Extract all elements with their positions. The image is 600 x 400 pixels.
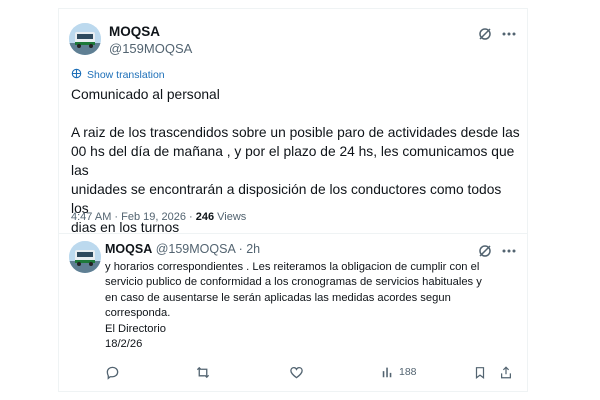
show-translation-link[interactable]: Show translation <box>71 68 165 82</box>
more-icon[interactable] <box>501 243 517 259</box>
views-label: Views <box>214 211 247 223</box>
tweet-card: MOQSA @159MOQSA Show translation Comunic… <box>58 8 528 392</box>
author-name[interactable]: MOQSA <box>109 24 160 39</box>
reply-icon <box>105 365 120 380</box>
like-button[interactable] <box>289 365 304 380</box>
views-icon <box>381 365 395 379</box>
author-handle[interactable]: @159MOQSA <box>109 41 192 56</box>
more-icon[interactable] <box>501 26 517 42</box>
show-translation-label: Show translation <box>87 69 165 81</box>
grok-icon[interactable] <box>477 26 493 42</box>
tweet-timestamp[interactable]: 4:47 AM · Feb 19, 2026 · <box>71 211 196 223</box>
like-icon <box>289 365 304 380</box>
grok-icon[interactable] <box>477 243 493 259</box>
globe-icon <box>71 68 82 82</box>
tweet-title-line: Comunicado al personal <box>71 87 220 102</box>
bookmark-button[interactable] <box>473 365 487 380</box>
reply-header: MOQSA @159MOQSA · 2h <box>105 242 260 256</box>
avatar[interactable] <box>69 23 101 55</box>
reply-author-handle[interactable]: @159MOQSA · 2h <box>152 242 260 256</box>
tweet-meta: 4:47 AM · Feb 19, 2026 · 246 Views <box>71 211 246 223</box>
views-count: 246 <box>195 211 215 223</box>
reply-actions: 188 <box>105 365 515 383</box>
bookmark-icon <box>473 365 487 380</box>
retweet-icon <box>195 365 211 380</box>
reply-button[interactable] <box>105 365 120 380</box>
divider <box>59 233 527 234</box>
views-button[interactable]: 188 <box>381 365 417 379</box>
reply-views-count: 188 <box>399 366 417 378</box>
page: MOQSA @159MOQSA Show translation Comunic… <box>0 0 600 400</box>
reply-body: y horarios correspondientes . Les reiter… <box>105 261 482 351</box>
reply-author-name[interactable]: MOQSA <box>105 242 152 256</box>
retweet-button[interactable] <box>195 365 211 380</box>
reply-avatar[interactable] <box>69 241 101 273</box>
share-icon <box>499 365 513 380</box>
share-button[interactable] <box>499 365 513 380</box>
